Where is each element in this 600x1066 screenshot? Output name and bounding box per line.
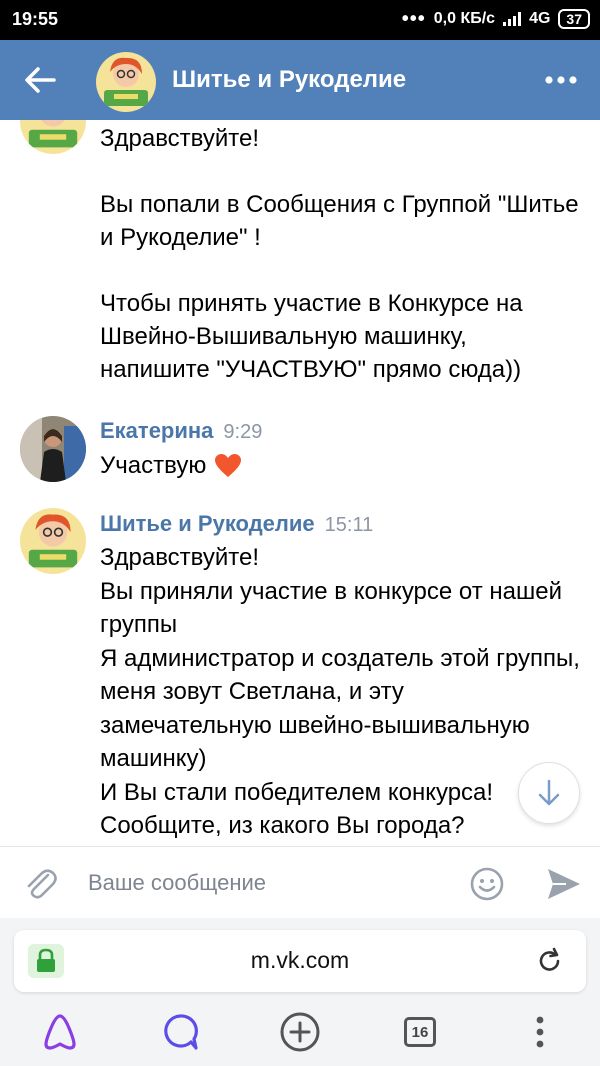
back-button[interactable] xyxy=(18,60,62,100)
message-author[interactable]: Шитье и Рукоделие 15:11 xyxy=(100,511,373,537)
battery-indicator: 37 xyxy=(558,9,590,29)
message-text: Участвую xyxy=(100,452,207,479)
chat-title[interactable]: Шитье и Рукоделие xyxy=(172,66,406,94)
status-indicators: ••• 0,0 КБ/с 4G 37 xyxy=(402,9,590,29)
arrow-left-icon xyxy=(25,67,56,93)
message-author[interactable]: Екатерина 9:29 xyxy=(100,418,262,444)
browser-menu-button[interactable] xyxy=(516,1008,564,1056)
send-button[interactable] xyxy=(544,865,584,903)
url-text[interactable]: m.vk.com xyxy=(14,947,586,974)
chat-button[interactable] xyxy=(156,1008,204,1056)
message-body: Участвую xyxy=(100,449,580,482)
network-speed: 0,0 КБ/с xyxy=(433,10,496,27)
message-text: Здравствуйте! Вы приняли участие в конку… xyxy=(100,544,580,839)
reload-icon xyxy=(539,947,560,971)
alice-button[interactable] xyxy=(36,1008,84,1056)
seamstress-avatar-icon xyxy=(20,508,86,574)
address-bar[interactable]: m.vk.com xyxy=(14,930,586,992)
status-bar: 19:55 ••• 0,0 КБ/с 4G 37 xyxy=(0,0,600,40)
network-type: 4G xyxy=(529,10,551,27)
smiley-icon xyxy=(470,867,504,901)
status-time: 19:55 xyxy=(12,9,59,29)
message-text: Здравствуйте! Вы попали в Сообщения с Гр… xyxy=(100,125,579,383)
reload-button[interactable] xyxy=(532,944,568,978)
signal-icon xyxy=(503,12,522,26)
alice-icon xyxy=(44,1014,76,1050)
user-avatar[interactable] xyxy=(20,416,86,482)
more-dots-icon xyxy=(545,76,577,84)
author-name: Шитье и Рукоделие xyxy=(100,511,315,536)
arrow-down-icon xyxy=(538,779,560,806)
user-photo-icon xyxy=(20,416,86,482)
tabs-button[interactable]: 16 xyxy=(396,1008,444,1056)
heart-icon xyxy=(215,453,242,477)
scroll-down-button[interactable] xyxy=(518,762,580,824)
group-avatar[interactable] xyxy=(96,52,156,112)
message-composer xyxy=(0,846,600,918)
browser-toolbar: m.vk.com 16 xyxy=(0,918,600,1066)
tabs-count: 16 xyxy=(404,1017,436,1047)
message-time: 15:11 xyxy=(324,514,374,536)
browser-nav: 16 xyxy=(0,1008,600,1066)
notification-dots: ••• xyxy=(401,8,426,30)
chat-bubble-icon xyxy=(164,1014,198,1050)
message-time: 9:29 xyxy=(223,421,263,443)
message-list[interactable]: Здравствуйте! Вы попали в Сообщения с Гр… xyxy=(0,120,600,846)
group-message-avatar[interactable] xyxy=(20,120,86,154)
vertical-dots-icon xyxy=(536,1016,544,1048)
seamstress-avatar-icon xyxy=(96,52,156,112)
author-name: Екатерина xyxy=(100,418,214,443)
new-tab-button[interactable] xyxy=(276,1008,324,1056)
message-input[interactable] xyxy=(88,861,448,905)
send-icon xyxy=(548,869,580,899)
more-options-button[interactable] xyxy=(536,60,586,100)
emoji-button[interactable] xyxy=(468,865,506,903)
attach-button[interactable] xyxy=(20,863,60,903)
plus-circle-icon xyxy=(280,1012,320,1052)
seamstress-avatar-icon xyxy=(20,120,86,154)
group-message-avatar[interactable] xyxy=(20,508,86,574)
paperclip-icon xyxy=(27,869,57,899)
chat-header: Шитье и Рукоделие xyxy=(0,40,600,120)
